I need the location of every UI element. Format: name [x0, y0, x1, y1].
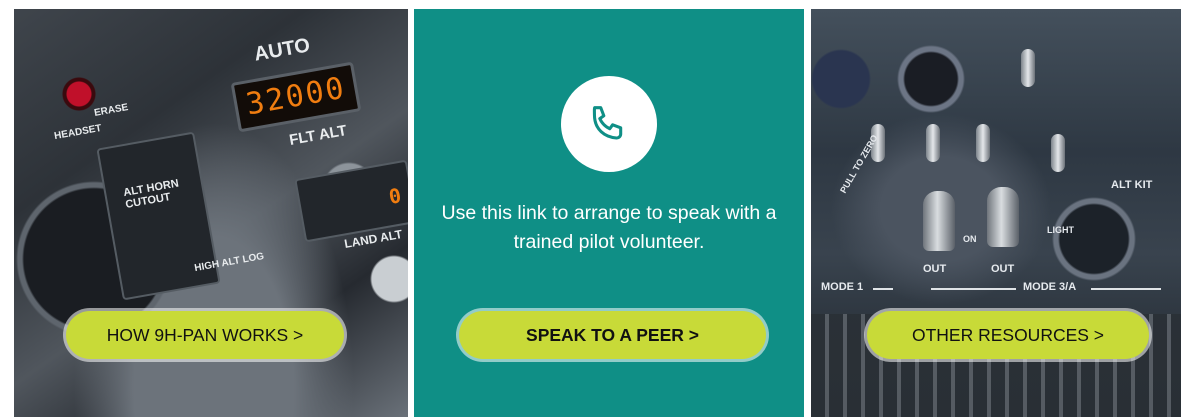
other-resources-label: OTHER RESOURCES >: [911, 324, 1105, 345]
speak-to-a-peer-label: SPEAK TO A PEER >: [526, 324, 699, 345]
how-9h-pan-works-button[interactable]: HOW 9H-PAN WORKS >: [66, 311, 344, 359]
phone-icon: [592, 106, 623, 140]
how-9h-pan-works-label: HOW 9H-PAN WORKS >: [106, 324, 304, 345]
other-resources-card[interactable]: PULL TO ZERO OUT OUT ON LIGHT MODE 1 MOD…: [811, 9, 1181, 417]
how-it-works-card[interactable]: 32000 AUTO FLT ALT HEADSET ERASE ALT HOR…: [14, 9, 408, 417]
speak-to-a-peer-button[interactable]: SPEAK TO A PEER >: [459, 311, 766, 359]
speak-to-peer-card: Use this link to arrange to speak with a…: [414, 9, 804, 417]
other-resources-button[interactable]: OTHER RESOURCES >: [867, 311, 1149, 359]
phone-icon-circle: [561, 76, 657, 172]
peer-support-description: Use this link to arrange to speak with a…: [441, 202, 777, 253]
